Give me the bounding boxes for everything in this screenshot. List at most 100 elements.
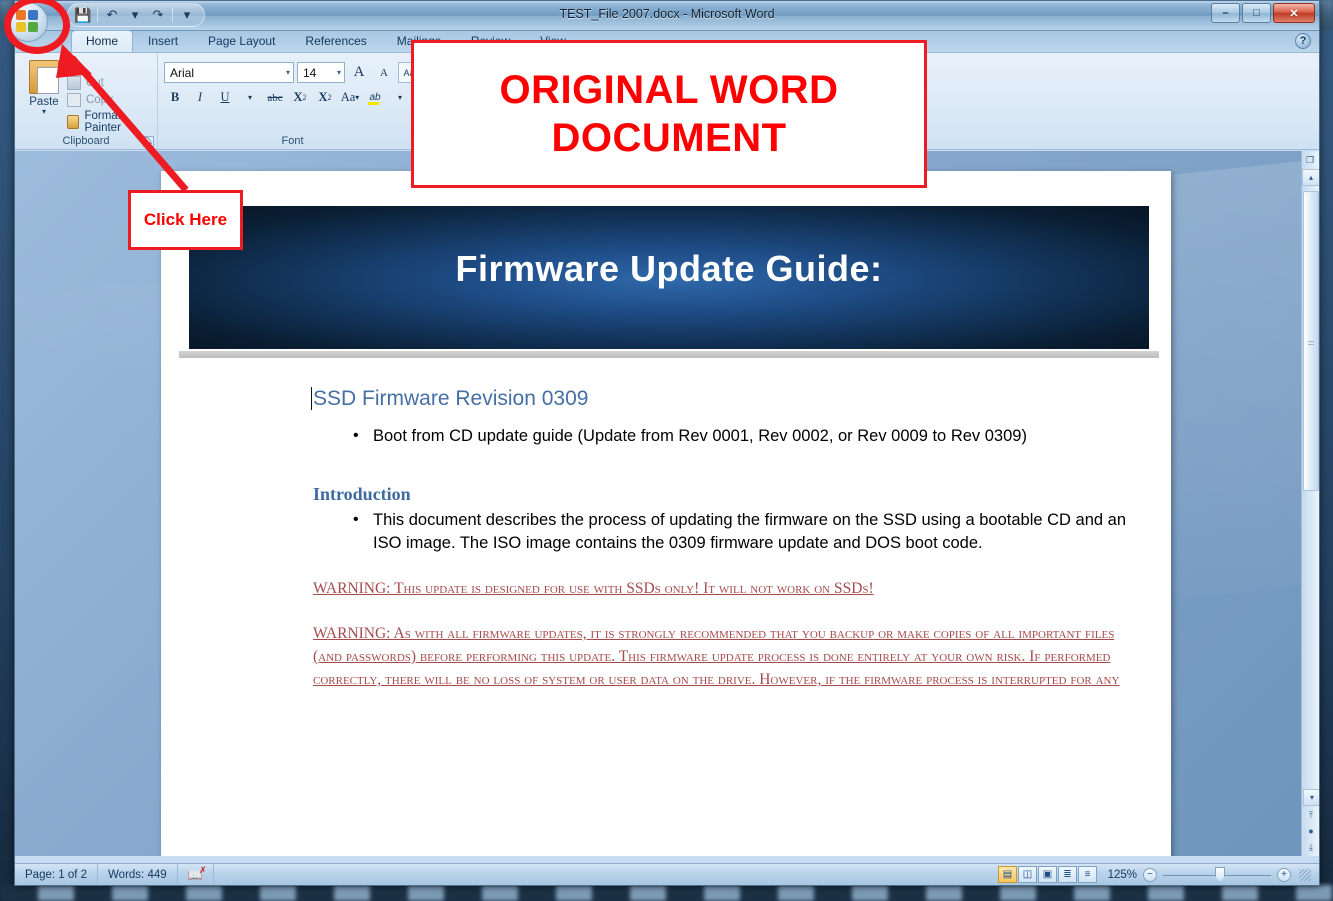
redo-icon[interactable]: ↷	[149, 6, 167, 24]
ribbon-group-editing: 🔍 Find ▾ ab Replace ↖ Select ▾ Editing	[747, 53, 835, 149]
save-icon[interactable]: 💾	[74, 6, 92, 24]
highlight-caret-icon[interactable]: ▾	[389, 87, 411, 108]
previous-page-icon[interactable]: ⤒	[1303, 808, 1319, 822]
font-size-combobox[interactable]: 14 ▾	[297, 62, 345, 83]
bold-button[interactable]: B	[164, 87, 186, 108]
vertical-scrollbar[interactable]: ❐ ▴ ▾ ⤒ ● ⤓	[1301, 151, 1319, 856]
zoom-slider[interactable]	[1163, 867, 1271, 882]
ribbon-group-change-styles: A Change Styles ▾	[685, 53, 747, 149]
tab-insert[interactable]: Insert	[133, 30, 193, 52]
document-warning-2: WARNING: As with all firmware updates, i…	[313, 625, 1115, 642]
next-page-icon[interactable]: ⤓	[1303, 840, 1319, 854]
change-styles-label-2: Styles ▾	[697, 101, 736, 113]
copy-button[interactable]: Copy	[66, 92, 151, 107]
chevron-down-icon[interactable]: ▾	[337, 68, 341, 77]
document-list-1: Boot from CD update guide (Update from R…	[313, 424, 1151, 448]
format-painter-button[interactable]: Format Painter	[66, 109, 151, 134]
document-warning-4: correctly, there will be no loss of syst…	[313, 671, 1120, 688]
document-canvas[interactable]: Firmware Update Guide: SSD Firmware Revi…	[15, 151, 1319, 856]
styles-more-button[interactable]: ≡	[649, 93, 664, 109]
tab-page-layout[interactable]: Page Layout	[193, 30, 290, 52]
ribbon-group-styles: cI AaBbCc. Subtitle AaB Title AaBbCcI ¶ …	[427, 53, 685, 149]
underline-button[interactable]: U	[214, 87, 236, 108]
tab-view[interactable]: View	[525, 30, 581, 52]
title-bar: TEST_File 2007.docx - Microsoft Word 💾 ↶…	[15, 1, 1319, 31]
document-page[interactable]: Firmware Update Guide: SSD Firmware Revi…	[161, 171, 1171, 856]
document-heading-1: SSD Firmware Revision 0309	[311, 387, 1151, 411]
customize-qat-caret-icon[interactable]: ▾	[178, 6, 196, 24]
cut-button[interactable]: Cut	[66, 75, 151, 90]
outline-view-button[interactable]: ≣	[1058, 866, 1077, 883]
editing-group-label: Editing	[774, 135, 809, 147]
banner-divider	[179, 351, 1159, 358]
text-highlight-button[interactable]: ab	[364, 87, 386, 108]
page-indicator[interactable]: Page: 1 of 2	[15, 864, 99, 885]
zoom-out-button[interactable]: −	[1143, 867, 1157, 882]
clipboard-dialog-launcher-icon[interactable]: ⤵	[143, 136, 154, 147]
change-styles-button[interactable]: Change Styles ▾	[697, 89, 736, 113]
tab-home[interactable]: Home	[71, 30, 134, 52]
shrink-font-button[interactable]: A	[373, 62, 395, 83]
strikethrough-button[interactable]: abc	[264, 87, 286, 108]
help-icon[interactable]: ?	[1295, 33, 1311, 49]
close-button[interactable]: ✕	[1273, 3, 1315, 23]
undo-icon[interactable]: ↶	[103, 6, 121, 24]
styles-scroll-down-button[interactable]: ▾	[649, 76, 664, 92]
office-button[interactable]	[8, 2, 48, 42]
zoom-in-button[interactable]: +	[1277, 867, 1291, 882]
window-controls: – □ ✕	[1211, 3, 1315, 23]
change-case-button[interactable]: Aa ▾	[339, 87, 361, 108]
draft-view-button[interactable]: ≡	[1078, 866, 1097, 883]
style-tile-partial[interactable]: cI	[434, 59, 450, 111]
italic-button[interactable]: I	[189, 87, 211, 108]
style-tile-title[interactable]: AaB Title	[518, 59, 580, 111]
style-preview: AaB	[527, 63, 571, 90]
change-styles-label-1: Change	[697, 89, 736, 101]
tab-review[interactable]: Review	[456, 30, 525, 52]
ribbon-group-clipboard: Paste ▾ Cut Copy Format Painter Clipboar…	[15, 53, 157, 149]
document-body[interactable]: SSD Firmware Revision 0309 Boot from CD …	[311, 387, 1151, 691]
scrollbar-browse-controls: ▾ ⤒ ● ⤓	[1303, 789, 1319, 854]
minimize-button[interactable]: –	[1211, 3, 1240, 23]
subscript-glyph: X	[293, 90, 303, 104]
resize-grip[interactable]	[1299, 868, 1311, 881]
full-screen-reading-view-button[interactable]: ◫	[1018, 866, 1037, 883]
paintbrush-icon	[66, 114, 80, 129]
tab-references[interactable]: References	[290, 30, 381, 52]
replace-button[interactable]: ab Replace	[754, 78, 829, 92]
spelling-check-status[interactable]: 📖	[178, 864, 214, 885]
style-tile-subtitle[interactable]: AaBbCc. Subtitle	[453, 59, 515, 111]
chevron-down-icon[interactable]: ▾	[42, 108, 46, 116]
undo-dropdown-caret-icon[interactable]: ▾	[126, 6, 144, 24]
copy-icon	[66, 92, 81, 107]
select-button[interactable]: ↖ Select ▾	[754, 97, 829, 112]
format-painter-label: Format Painter	[84, 109, 121, 134]
font-name-combobox[interactable]: Arial ▾	[164, 62, 294, 83]
maximize-button[interactable]: □	[1242, 3, 1271, 23]
tab-mailings[interactable]: Mailings	[382, 30, 456, 52]
style-preview: cI	[436, 77, 448, 93]
browse-object-icon[interactable]: ❐	[1302, 153, 1318, 167]
underline-caret-icon[interactable]: ▾	[239, 87, 261, 108]
styles-scroll-up-button[interactable]: ▴	[649, 59, 664, 75]
subscript-button[interactable]: X2	[289, 87, 311, 108]
spelling-and-grammar-check-icon: 📖	[188, 865, 207, 882]
word-application-window: TEST_File 2007.docx - Microsoft Word 💾 ↶…	[14, 0, 1320, 886]
chevron-down-icon[interactable]: ▾	[286, 68, 290, 77]
print-layout-view-button[interactable]: ▤	[998, 866, 1017, 883]
qat-divider	[172, 8, 173, 22]
zoom-slider-thumb[interactable]	[1215, 867, 1225, 882]
zoom-level[interactable]: 125%	[1103, 869, 1137, 881]
styles-dialog-launcher-icon[interactable]: ⤵	[671, 136, 682, 147]
grow-font-button[interactable]: A	[348, 62, 370, 83]
scroll-up-button[interactable]: ▴	[1302, 169, 1319, 186]
find-button[interactable]: 🔍 Find ▾	[754, 59, 829, 74]
web-layout-view-button[interactable]: ▣	[1038, 866, 1057, 883]
scrollbar-thumb[interactable]	[1303, 191, 1319, 491]
word-count[interactable]: Words: 449	[98, 864, 178, 885]
superscript-button[interactable]: X2	[314, 87, 336, 108]
clear-formatting-button[interactable]: Aa	[398, 62, 420, 83]
scroll-down-button[interactable]: ▾	[1303, 789, 1319, 806]
style-tile-no-spacing[interactable]: AaBbCcI ¶ No Spaci...	[583, 59, 645, 111]
select-browse-object-icon[interactable]: ●	[1303, 824, 1319, 838]
